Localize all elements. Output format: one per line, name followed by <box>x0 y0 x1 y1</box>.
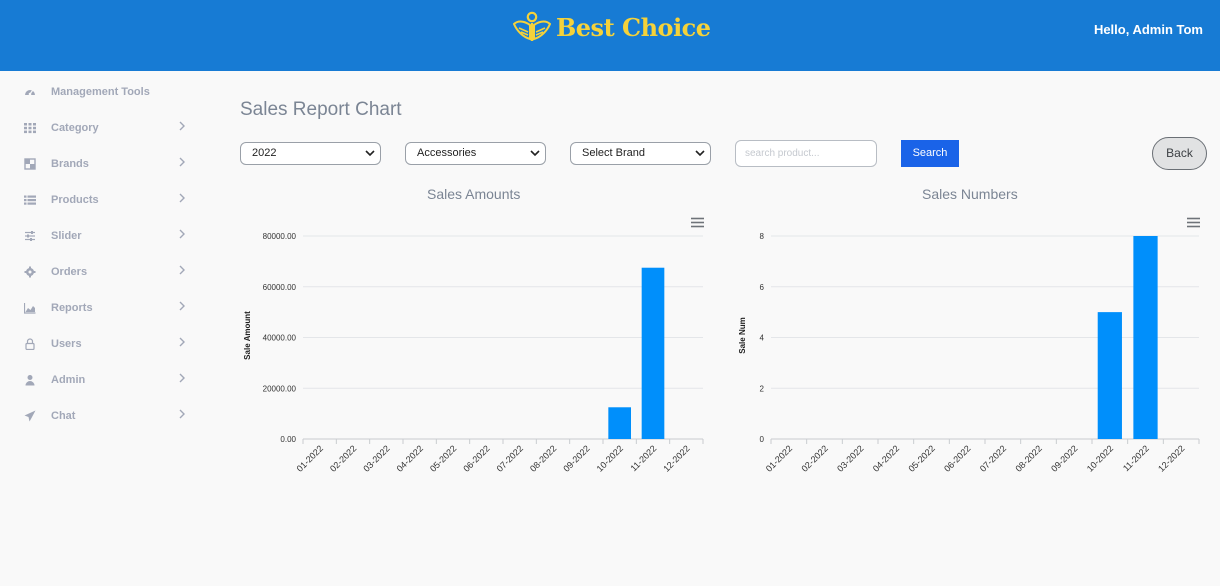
x-tick-label: 02-2022 <box>799 443 829 473</box>
x-tick-label: 12-2022 <box>1156 443 1186 473</box>
y-tick-label: 8 <box>760 232 765 241</box>
x-tick-label: 08-2022 <box>1013 443 1043 473</box>
y-tick-label: 0 <box>760 435 765 444</box>
x-tick-label: 01-2022 <box>764 443 794 473</box>
y-axis-label: Sale Num <box>738 317 747 353</box>
chart-bar <box>1097 312 1122 439</box>
x-tick-label: 10-2022 <box>1085 443 1115 473</box>
y-tick-label: 2 <box>760 384 765 393</box>
y-tick-label: 6 <box>760 283 765 292</box>
x-tick-label: 07-2022 <box>978 443 1008 473</box>
x-tick-label: 05-2022 <box>906 443 936 473</box>
x-tick-label: 03-2022 <box>835 443 865 473</box>
x-tick-label: 11-2022 <box>1121 443 1151 473</box>
x-tick-label: 04-2022 <box>871 443 901 473</box>
y-tick-label: 4 <box>760 334 765 343</box>
x-tick-label: 09-2022 <box>1049 443 1079 473</box>
chart-bar <box>1133 236 1158 439</box>
x-tick-label: 06-2022 <box>942 443 972 473</box>
sales-numbers-chart: 0 2 4 6 8 01-2022 02-2022 03-2022 04-2022 05-2022… <box>738 232 1200 474</box>
